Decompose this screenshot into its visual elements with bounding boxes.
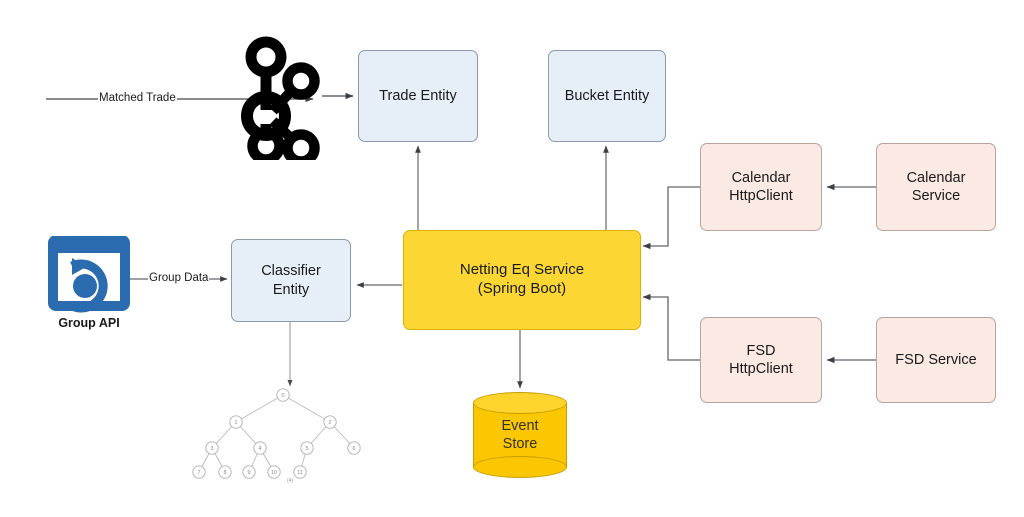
node-netting-eq-service[interactable]: Netting Eq Service (Spring Boot) — [403, 230, 641, 330]
tree-node-label: 0 — [282, 393, 285, 399]
tree-node-label: 2 — [329, 420, 332, 426]
tree-node-label: 4 — [259, 446, 262, 452]
node-fsd-httpclient-label: FSD HttpClient — [729, 342, 793, 377]
group-api-caption: Group API — [58, 316, 120, 330]
node-event-store-label: Event Store — [501, 417, 539, 452]
node-classifier-entity[interactable]: Classifier Entity — [231, 239, 351, 322]
node-fsd-httpclient[interactable]: FSD HttpClient — [700, 317, 822, 403]
node-trade-entity-label: Trade Entity — [379, 87, 457, 104]
edge-label-group-data: Group Data — [148, 272, 210, 284]
tree-node-label: 5 — [306, 446, 309, 452]
classifier-tree: 0 1 2 3 4 5 6 7 8 9 10 11 (4) — [190, 386, 390, 494]
tree-node-label: 6 — [353, 446, 356, 452]
edge-calendar-client-to-service — [642, 186, 700, 250]
kafka-icon — [233, 36, 325, 167]
node-calendar-httpclient-label: Calendar HttpClient — [729, 169, 793, 204]
edge-fsd-client-to-service — [642, 293, 700, 361]
node-event-store[interactable]: Event Store — [473, 392, 567, 478]
tree-node-label: 8 — [224, 470, 227, 476]
tree-node-label: 3 — [211, 446, 214, 452]
tree-link — [235, 394, 284, 423]
tree-node-label: 11 — [297, 470, 303, 476]
node-netting-eq-service-label: Netting Eq Service (Spring Boot) — [459, 261, 585, 297]
node-bucket-entity-label: Bucket Entity — [564, 87, 650, 104]
group-api-icon: Group API — [48, 235, 130, 330]
node-classifier-entity-label: Classifier Entity — [261, 263, 321, 298]
node-trade-entity[interactable]: Trade Entity — [358, 50, 478, 142]
tree-node-label: 1 — [235, 420, 238, 426]
architecture-diagram: Matched Trade Group Data Group API Trade… — [0, 0, 1024, 517]
node-fsd-service-label: FSD Service — [895, 351, 977, 368]
node-calendar-service[interactable]: Calendar Service — [876, 143, 996, 231]
tree-node-label: 9 — [248, 470, 251, 476]
node-bucket-entity[interactable]: Bucket Entity — [548, 50, 666, 142]
edge-label-matched-trade: Matched Trade — [98, 92, 177, 104]
node-fsd-service[interactable]: FSD Service — [876, 317, 996, 403]
tree-node-label: 7 — [198, 470, 201, 476]
tree-node-label: 10 — [271, 470, 277, 476]
classifier-tree-caption: (4) — [286, 478, 294, 484]
tree-link — [282, 394, 331, 423]
node-calendar-service-label: Calendar Service — [906, 169, 966, 204]
node-calendar-httpclient[interactable]: Calendar HttpClient — [700, 143, 822, 231]
